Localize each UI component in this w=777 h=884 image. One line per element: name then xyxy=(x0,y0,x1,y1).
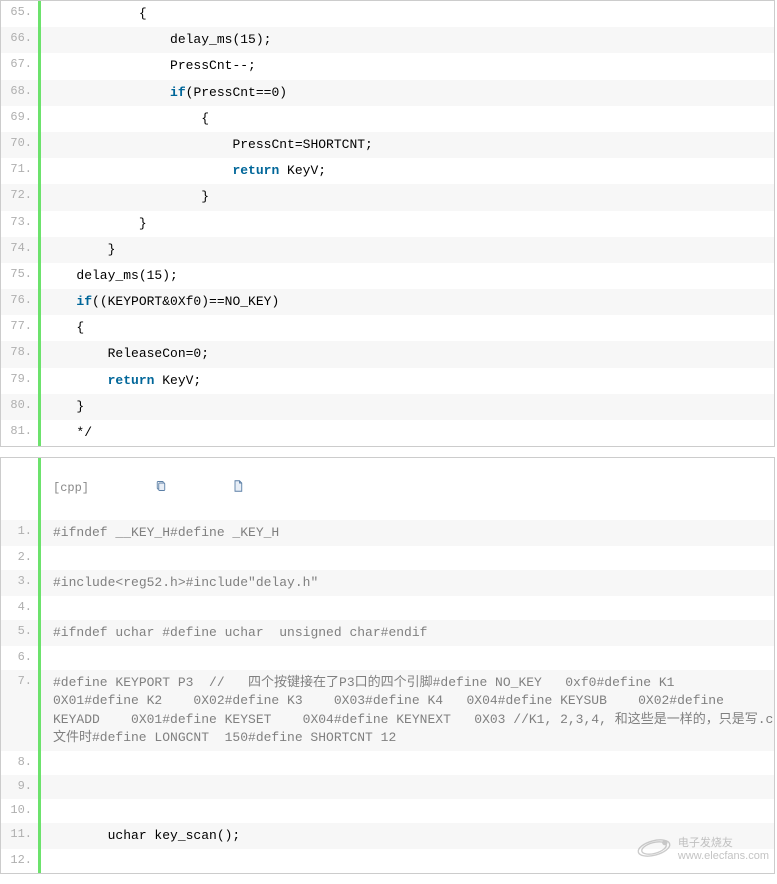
line-number: 67. xyxy=(1,53,41,79)
code-line: PressCnt=SHORTCNT; xyxy=(41,132,774,158)
line-number: 75. xyxy=(1,263,41,289)
line-number: 78. xyxy=(1,341,41,367)
line-number: 74. xyxy=(1,237,41,263)
code-block-2: [cpp] 1.#ifndef __KEY_H#define _KEY_H 2.… xyxy=(0,457,775,874)
code-line xyxy=(41,751,774,775)
line-number xyxy=(1,458,41,519)
code-line: } xyxy=(41,237,774,263)
code-line: return KeyV; xyxy=(41,368,774,394)
elecfans-logo-icon xyxy=(636,833,672,866)
line-number: 3. xyxy=(1,570,41,596)
code-line: if(PressCnt==0) xyxy=(41,80,774,106)
line-number: 79. xyxy=(1,368,41,394)
line-number: 77. xyxy=(1,315,41,341)
line-number: 5. xyxy=(1,620,41,646)
code-line: PressCnt--; xyxy=(41,53,774,79)
code-line: #ifndef __KEY_H#define _KEY_H xyxy=(41,520,774,546)
code-line xyxy=(41,646,774,670)
line-number: 4. xyxy=(1,596,41,620)
line-number: 8. xyxy=(1,751,41,775)
code-line: #include<reg52.h>#include"delay.h" xyxy=(41,570,774,596)
code-line: } xyxy=(41,184,774,210)
code-line: { xyxy=(41,106,774,132)
line-number: 73. xyxy=(1,211,41,237)
code-line: return KeyV; xyxy=(41,158,774,184)
watermark-url: www.elecfans.com xyxy=(678,850,769,862)
code-line: ReleaseCon=0; xyxy=(41,341,774,367)
line-number: 69. xyxy=(1,106,41,132)
code-line: */ xyxy=(41,420,774,446)
line-number: 6. xyxy=(1,646,41,670)
line-number: 80. xyxy=(1,394,41,420)
code-line: delay_ms(15); xyxy=(41,27,774,53)
line-number: 71. xyxy=(1,158,41,184)
code-line: #define KEYPORT P3 // 四个按键接在了P3口的四个引脚#de… xyxy=(41,670,774,751)
code-line xyxy=(41,799,774,823)
line-number: 12. xyxy=(1,849,41,873)
copy-icon[interactable] xyxy=(97,462,167,515)
code-line: { xyxy=(41,1,774,27)
code-line: if((KEYPORT&0Xf0)==NO_KEY) xyxy=(41,289,774,315)
code-header: [cpp] xyxy=(41,458,774,519)
language-label: [cpp] xyxy=(53,480,89,497)
line-number: 72. xyxy=(1,184,41,210)
line-number: 76. xyxy=(1,289,41,315)
line-number: 1. xyxy=(1,520,41,546)
watermark-title: 电子发烧友 xyxy=(678,837,769,849)
code-line xyxy=(41,596,774,620)
code-line: #ifndef uchar #define uchar unsigned cha… xyxy=(41,620,774,646)
line-number: 70. xyxy=(1,132,41,158)
line-number: 68. xyxy=(1,80,41,106)
watermark: 电子发烧友 www.elecfans.com xyxy=(636,833,769,866)
line-number: 65. xyxy=(1,1,41,27)
line-number: 10. xyxy=(1,799,41,823)
code-line: delay_ms(15); xyxy=(41,263,774,289)
line-number: 11. xyxy=(1,823,41,849)
code-line: { xyxy=(41,315,774,341)
code-line xyxy=(41,775,774,799)
code-block-1: 65. { 66. delay_ms(15); 67. PressCnt--; … xyxy=(0,0,775,447)
code-line: } xyxy=(41,211,774,237)
line-number: 7. xyxy=(1,670,41,751)
line-number: 66. xyxy=(1,27,41,53)
line-number: 9. xyxy=(1,775,41,799)
code-line: } xyxy=(41,394,774,420)
line-number: 81. xyxy=(1,420,41,446)
code-line xyxy=(41,546,774,570)
line-number: 2. xyxy=(1,546,41,570)
view-source-icon[interactable] xyxy=(175,462,245,515)
